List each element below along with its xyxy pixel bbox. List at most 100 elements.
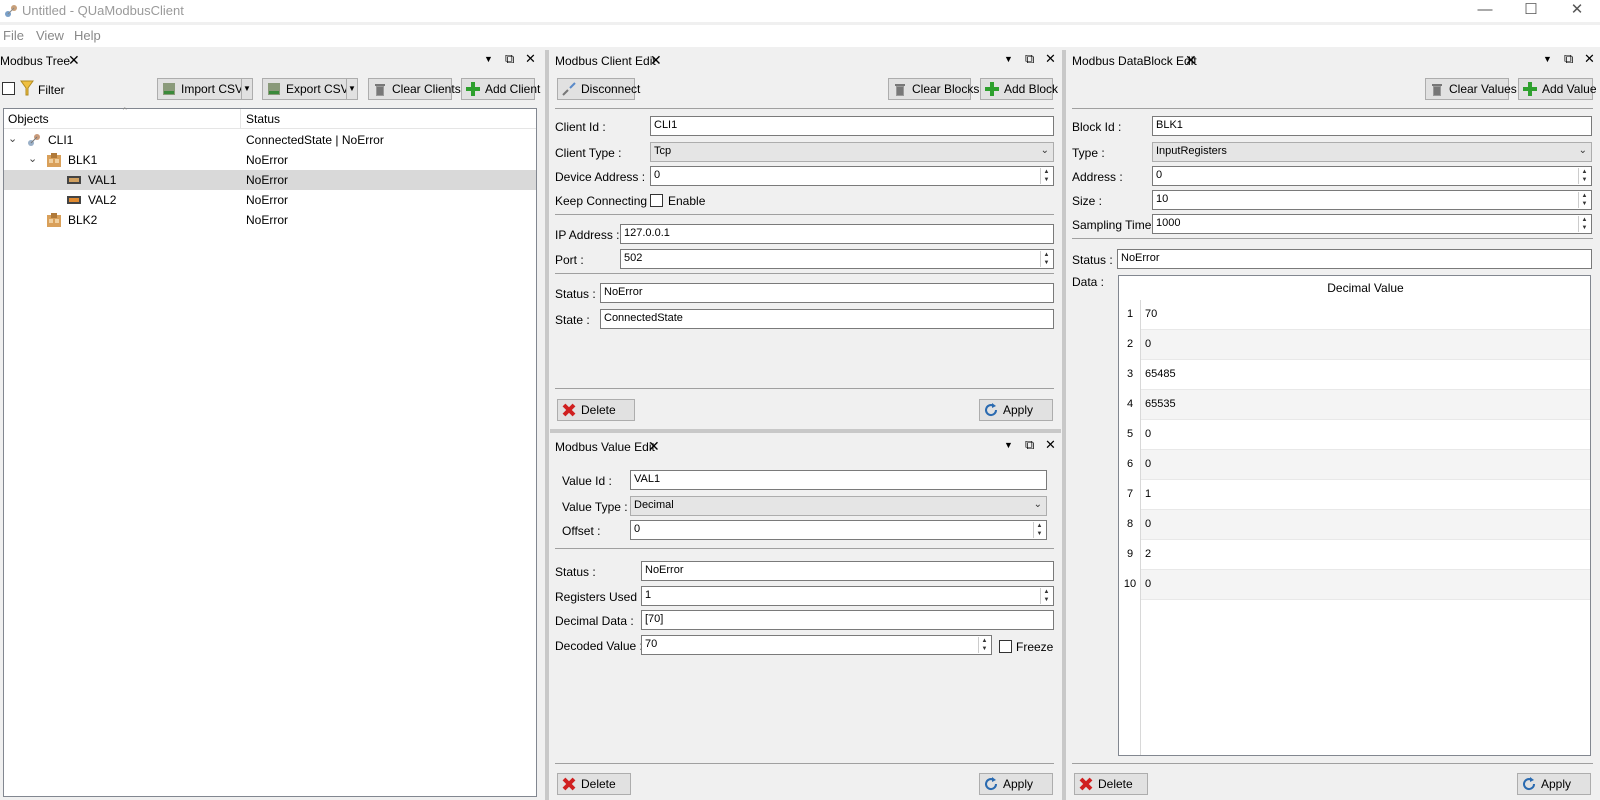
modbus-tree-view[interactable]: Objects ⌃ Status ⌄ CLI1 ConnectedState |… bbox=[3, 106, 537, 797]
spin-arrows-icon[interactable]: ▲ ▼ bbox=[1040, 168, 1052, 184]
data-cell[interactable]: 0 bbox=[1141, 510, 1590, 540]
value-apply-button[interactable]: Apply bbox=[979, 773, 1053, 795]
float-icon[interactable]: ⧉ bbox=[1564, 51, 1573, 67]
spin-arrows-icon[interactable]: ▲ ▼ bbox=[978, 637, 990, 653]
port-spinbox[interactable]: 502 ▲ ▼ bbox=[620, 249, 1054, 269]
spin-arrows-icon[interactable]: ▲ ▼ bbox=[1578, 192, 1590, 208]
expand-arrow-icon[interactable]: ⌄ bbox=[8, 132, 17, 145]
data-cell[interactable]: 0 bbox=[1141, 420, 1590, 450]
spin-arrows-icon[interactable]: ▲ ▼ bbox=[1578, 216, 1590, 232]
size-spinbox[interactable]: 10 ▲ ▼ bbox=[1152, 190, 1592, 210]
tree-row-val1[interactable]: VAL1 NoError bbox=[4, 170, 536, 190]
maximize-icon[interactable]: ☐ bbox=[1508, 0, 1554, 22]
value-id-field[interactable]: VAL1 bbox=[630, 470, 1047, 490]
block-delete-button[interactable]: Delete bbox=[1074, 773, 1148, 795]
minimize-icon[interactable]: — bbox=[1462, 0, 1508, 22]
data-table[interactable]: Decimal Value 1 70 2 0 3 65485 4 65535 5 0 6 0 7 1 8 0 9… bbox=[1118, 275, 1591, 756]
close-tab-icon[interactable]: ✕ bbox=[1185, 52, 1197, 69]
import-csv-button[interactable]: Import CSV bbox=[157, 78, 246, 100]
menu-file[interactable]: File bbox=[3, 28, 24, 43]
column-status[interactable]: Status bbox=[246, 112, 280, 126]
enable-checkbox[interactable] bbox=[650, 194, 663, 207]
float-icon[interactable]: ⧉ bbox=[505, 51, 514, 67]
tree-row-blk1[interactable]: ⌄ BLK1 NoError bbox=[4, 150, 536, 170]
decimal-value-header[interactable]: Decimal Value bbox=[1141, 276, 1590, 300]
add-value-button[interactable]: Add Value bbox=[1518, 78, 1597, 100]
close-tab-icon[interactable]: ✕ bbox=[650, 52, 662, 69]
dock-menu-icon[interactable]: ▼ bbox=[484, 54, 493, 64]
device-address-spinbox[interactable]: 0 ▲ ▼ bbox=[650, 166, 1054, 186]
menu-help[interactable]: Help bbox=[74, 28, 101, 43]
column-objects[interactable]: Objects bbox=[8, 112, 49, 126]
client-id-field[interactable]: CLI1 bbox=[650, 116, 1054, 136]
spin-arrows-icon[interactable]: ▲ ▼ bbox=[1033, 522, 1045, 538]
clear-blocks-button[interactable]: Clear Blocks bbox=[888, 78, 979, 100]
add-block-button[interactable]: Add Block bbox=[980, 78, 1058, 100]
expand-arrow-icon[interactable]: ⌄ bbox=[28, 152, 37, 165]
client-delete-button[interactable]: Delete bbox=[557, 399, 635, 421]
value-delete-button[interactable]: Delete bbox=[557, 773, 631, 795]
data-cell[interactable]: 65485 bbox=[1141, 360, 1590, 390]
splitter[interactable] bbox=[545, 50, 549, 800]
sampling-time-spinbox[interactable]: 1000 ▲ ▼ bbox=[1152, 214, 1592, 234]
ip-address-field[interactable]: 127.0.0.1 bbox=[620, 224, 1054, 244]
splitter[interactable] bbox=[550, 429, 1061, 433]
dock-menu-icon[interactable]: ▼ bbox=[1004, 54, 1013, 64]
block-status-field[interactable]: NoError bbox=[1117, 249, 1592, 269]
export-csv-button[interactable]: Export CSV bbox=[262, 78, 351, 100]
close-tab-icon[interactable]: ✕ bbox=[648, 438, 660, 455]
disconnect-button[interactable]: Disconnect bbox=[557, 78, 640, 100]
offset-spinbox[interactable]: 0 ▲ ▼ bbox=[630, 520, 1047, 540]
data-cell[interactable]: 65535 bbox=[1141, 390, 1590, 420]
row-number: 6 bbox=[1126, 458, 1134, 470]
chevron-down-icon: ⌄ bbox=[1033, 499, 1042, 510]
decoded-value-spinbox[interactable]: 70 ▲ ▼ bbox=[641, 635, 992, 655]
menu-view[interactable]: View bbox=[36, 28, 64, 43]
client-state-field[interactable]: ConnectedState bbox=[600, 309, 1054, 329]
splitter[interactable] bbox=[1062, 50, 1066, 800]
clear-values-button[interactable]: Clear Values bbox=[1425, 78, 1517, 100]
data-cell[interactable]: 70 bbox=[1141, 300, 1590, 330]
clear-clients-button[interactable]: Clear Clients bbox=[368, 78, 461, 100]
import-dropdown-icon[interactable]: ▼ bbox=[241, 78, 253, 100]
dock-close-icon[interactable]: ✕ bbox=[1045, 51, 1056, 67]
spin-arrows-icon[interactable]: ▲ ▼ bbox=[1040, 251, 1052, 267]
float-icon[interactable]: ⧉ bbox=[1025, 51, 1034, 67]
spin-arrows-icon[interactable]: ▲ ▼ bbox=[1578, 168, 1590, 184]
data-cell[interactable]: 1 bbox=[1141, 480, 1590, 510]
export-dropdown-icon[interactable]: ▼ bbox=[346, 78, 358, 100]
data-cell[interactable]: 0 bbox=[1141, 450, 1590, 480]
add-client-label: Add Client bbox=[485, 82, 541, 96]
decimal-data-field[interactable]: [70] bbox=[641, 610, 1054, 630]
data-cell[interactable]: 0 bbox=[1141, 330, 1590, 360]
freeze-checkbox[interactable] bbox=[999, 640, 1012, 653]
filter-checkbox[interactable] bbox=[2, 82, 15, 95]
close-icon[interactable]: ✕ bbox=[1554, 0, 1600, 22]
tree-row-cli1[interactable]: ⌄ CLI1 ConnectedState | NoError bbox=[4, 130, 536, 150]
block-id-field[interactable]: BLK1 bbox=[1152, 116, 1592, 136]
data-cell[interactable]: 2 bbox=[1141, 540, 1590, 570]
add-client-button[interactable]: Add Client bbox=[461, 78, 540, 100]
float-icon[interactable]: ⧉ bbox=[1025, 437, 1034, 453]
client-type-select[interactable]: Tcp ⌄ bbox=[650, 142, 1054, 162]
registers-used-spinbox[interactable]: 1 ▲ ▼ bbox=[641, 586, 1054, 606]
client-status-field[interactable]: NoError bbox=[600, 283, 1054, 303]
value-type-label: Value Type : bbox=[562, 500, 628, 514]
block-apply-button[interactable]: Apply bbox=[1517, 773, 1591, 795]
separator bbox=[1072, 108, 1593, 109]
value-type-select[interactable]: Decimal ⌄ bbox=[630, 496, 1047, 516]
dock-close-icon[interactable]: ✕ bbox=[525, 51, 536, 67]
tree-row-blk2[interactable]: BLK2 NoError bbox=[4, 210, 536, 230]
close-tab-icon[interactable]: ✕ bbox=[68, 52, 80, 69]
dock-menu-icon[interactable]: ▼ bbox=[1543, 54, 1552, 64]
client-apply-button[interactable]: Apply bbox=[979, 399, 1053, 421]
block-type-select[interactable]: InputRegisters ⌄ bbox=[1152, 142, 1592, 162]
data-cell[interactable]: 0 bbox=[1141, 570, 1590, 600]
dock-menu-icon[interactable]: ▼ bbox=[1004, 440, 1013, 450]
tree-row-val2[interactable]: VAL2 NoError bbox=[4, 190, 536, 210]
value-status-field[interactable]: NoError bbox=[641, 561, 1054, 581]
dock-close-icon[interactable]: ✕ bbox=[1045, 437, 1056, 453]
dock-close-icon[interactable]: ✕ bbox=[1584, 51, 1595, 67]
address-spinbox[interactable]: 0 ▲ ▼ bbox=[1152, 166, 1592, 186]
spin-arrows-icon[interactable]: ▲ ▼ bbox=[1040, 588, 1052, 604]
